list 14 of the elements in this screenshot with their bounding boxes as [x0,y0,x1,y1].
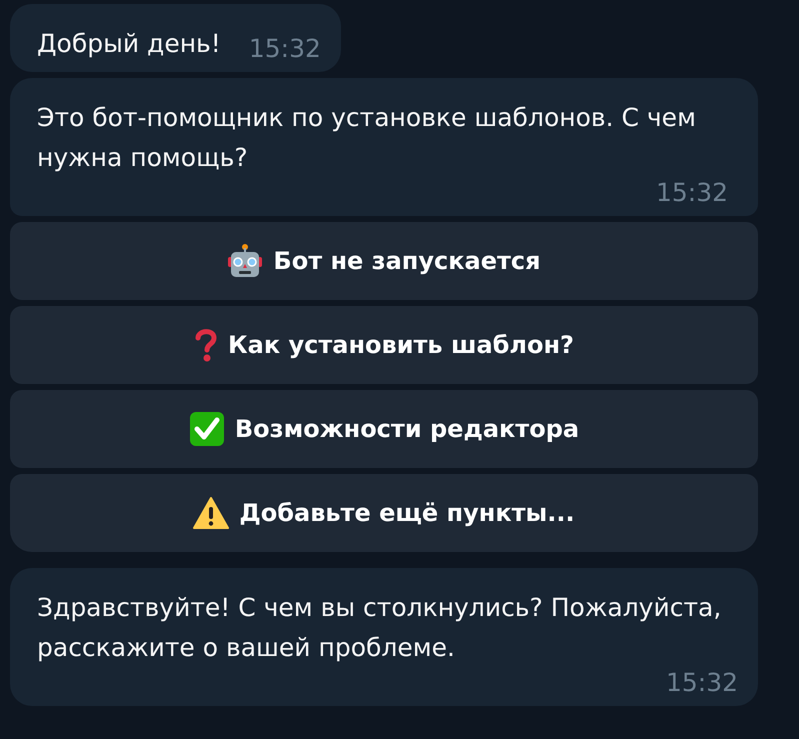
message-time: 15:32 [656,178,728,208]
message-text: Здравствуйте! С чем вы столкнулись? Пожалуйста, расскажите о вашей проблеме. [37,592,722,664]
reply-button[interactable]: Добавьте ещё пункты... [10,474,758,552]
check-icon [188,411,225,447]
robot-icon [227,243,264,279]
message-text: Это бот-помощник по установке шаблонов. С чем нужна помощь? [37,102,697,174]
reply-button[interactable]: Бот не запускается [10,222,758,300]
reply-button[interactable]: Как установить шаблон? [10,306,758,384]
message-time: 15:32 [666,668,738,698]
reply-button[interactable]: Возможности редактора [10,390,758,468]
message-time: 15:32 [248,34,321,64]
warning-icon [193,495,230,531]
question-icon [194,327,218,363]
message-text: Добрый день! [37,28,221,60]
